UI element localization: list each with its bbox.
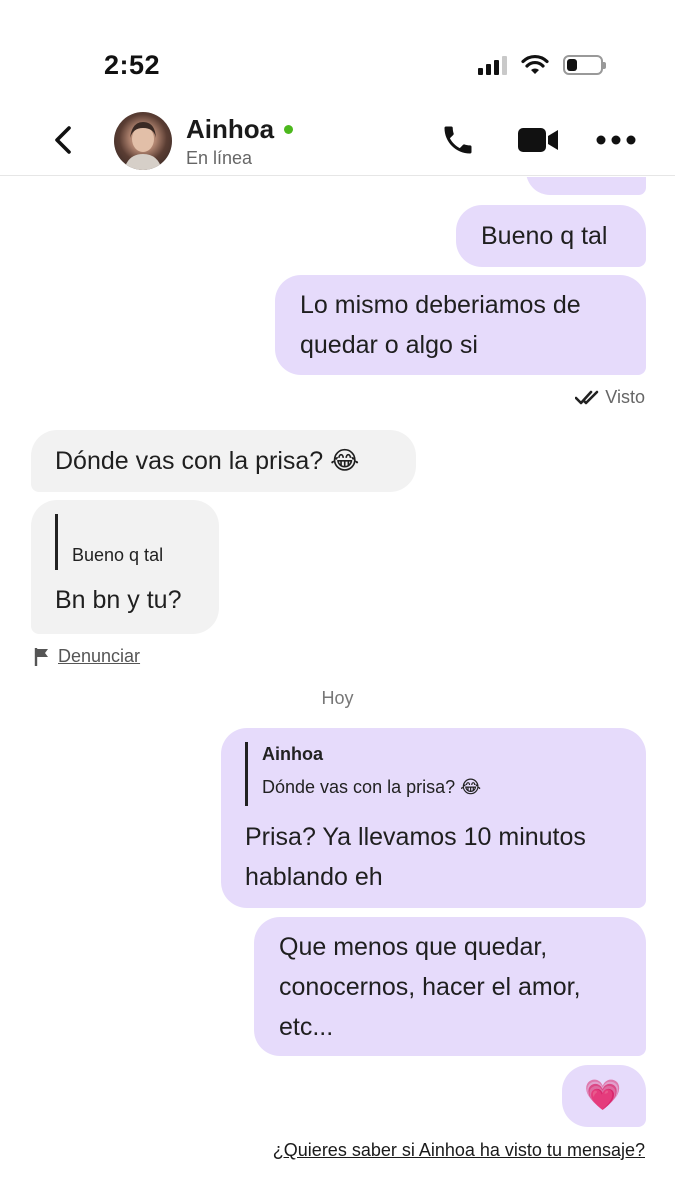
contact-status: En línea xyxy=(186,148,253,168)
avatar-photo xyxy=(124,122,162,170)
message-bubble-outgoing-emoji[interactable]: 💗 xyxy=(562,1065,646,1127)
message-text-line: conocernos, hacer el amor, xyxy=(279,973,581,1001)
chevron-left-icon xyxy=(55,126,71,154)
video-call-button[interactable] xyxy=(516,122,560,158)
phone-icon xyxy=(444,126,472,154)
avatar[interactable] xyxy=(114,112,172,170)
status-time: 2:52 xyxy=(104,50,161,80)
message-text: Bn bn y tu? xyxy=(55,586,182,614)
battery-icon xyxy=(563,55,606,75)
seen-label: Visto xyxy=(605,387,645,407)
message-bubble-outgoing-reply[interactable]: Ainhoa Dónde vas con la prisa? 😂 Prisa? … xyxy=(221,728,646,908)
more-options-button[interactable] xyxy=(594,122,638,158)
contact-name-row[interactable]: Ainhoa xyxy=(186,114,294,145)
quoted-author: Ainhoa xyxy=(262,744,323,764)
message-bubble-outgoing[interactable]: Que menos que quedar, conocernos, hacer … xyxy=(254,917,646,1056)
status-icons xyxy=(478,54,606,76)
quoted-text: Dónde vas con la prisa? 😂 xyxy=(262,777,482,797)
quoted-text: Bueno q tal xyxy=(72,545,164,565)
message-text-line: etc... xyxy=(279,1013,334,1041)
message-text: Bueno q tal xyxy=(481,222,608,250)
day-separator: Hoy xyxy=(321,688,354,708)
seen-status: Visto xyxy=(575,387,645,408)
message-bubble-incoming[interactable]: Dónde vas con la prisa? 😂 xyxy=(31,430,416,492)
message-text-line: Prisa? Ya llevamos 10 minutos xyxy=(245,823,586,851)
battery-level xyxy=(567,59,577,71)
message-text-line: quedar o algo si xyxy=(300,331,478,359)
message-bubble-outgoing[interactable]: Lo mismo deberiamos de quedar o algo si xyxy=(275,275,646,375)
flag-icon xyxy=(34,647,48,666)
wifi-icon xyxy=(521,54,549,74)
message-bubble-partial[interactable] xyxy=(526,177,646,195)
quoted-message[interactable]: Bueno q tal xyxy=(55,514,219,570)
status-bar: 2:52 xyxy=(0,0,675,100)
message-bubble-incoming-reply[interactable]: Bueno q tal Bn bn y tu? xyxy=(31,500,219,634)
signal-icon xyxy=(478,55,507,75)
message-text: Dónde vas con la prisa? 😂 xyxy=(55,447,360,475)
message-text-line: Lo mismo deberiamos de xyxy=(300,291,581,319)
message-text-line: Que menos que quedar, xyxy=(279,933,548,961)
message-bubble-outgoing[interactable]: Bueno q tal xyxy=(456,205,646,267)
back-button[interactable] xyxy=(48,122,78,158)
message-text-line: hablando eh xyxy=(245,863,383,891)
heart-emoji: 💗 xyxy=(584,1079,622,1112)
contact-name: Ainhoa xyxy=(186,114,275,144)
call-button[interactable] xyxy=(438,122,478,158)
double-check-icon xyxy=(575,390,599,404)
more-horizontal-icon xyxy=(596,135,636,145)
report-label: Denunciar xyxy=(58,646,141,666)
seen-upsell-link[interactable]: ¿Quieres saber si Ainhoa ha visto tu men… xyxy=(273,1140,645,1161)
quoted-message[interactable]: Ainhoa Dónde vas con la prisa? 😂 xyxy=(245,742,646,806)
video-camera-icon xyxy=(518,128,558,152)
report-link[interactable]: Denunciar xyxy=(34,646,140,667)
chat-header: Ainhoa En línea xyxy=(0,108,675,176)
online-indicator xyxy=(284,125,294,134)
chat-area[interactable]: Bueno q tal Lo mismo deberiamos de queda… xyxy=(0,177,675,1200)
